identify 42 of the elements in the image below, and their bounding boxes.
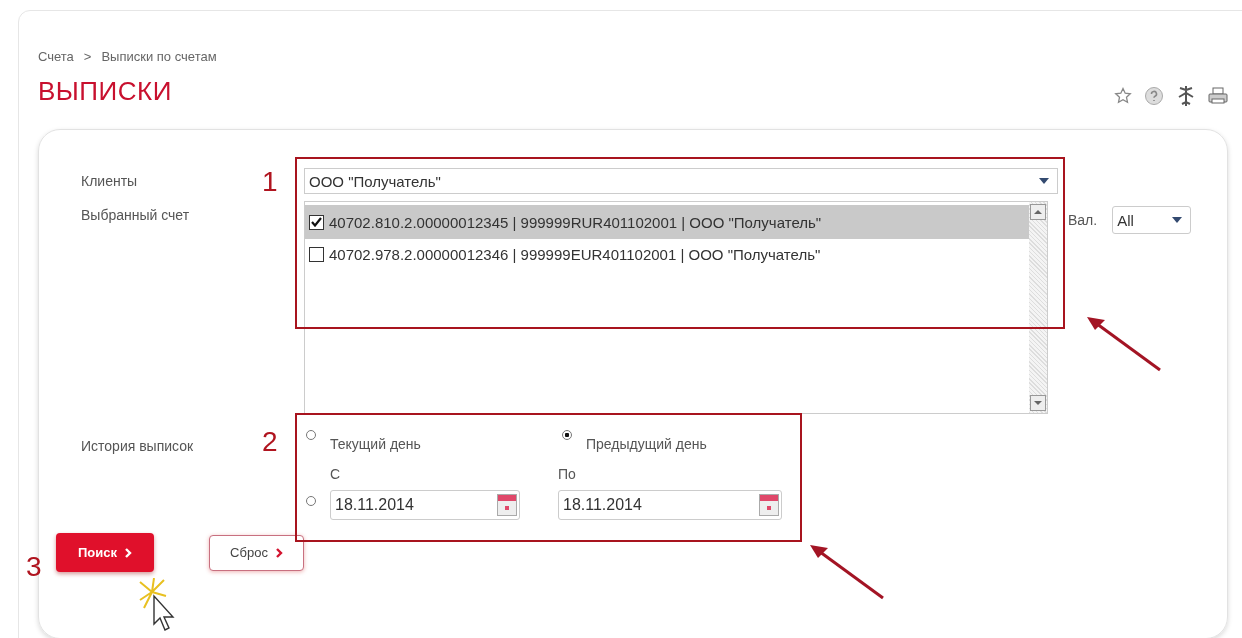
breadcrumb-link[interactable]: Выписки по счетам xyxy=(101,49,217,64)
page-title: ВЫПИСКИ xyxy=(38,76,173,107)
currency-dropdown[interactable]: All xyxy=(1112,206,1192,234)
account-text: 40702.978.2.00000012346 | 999999EUR401102001 | ООО "Получатель" xyxy=(329,245,821,263)
star-icon[interactable] xyxy=(1114,87,1132,105)
search-button[interactable]: Поиск xyxy=(56,533,154,572)
radio-label: Предыдущий день xyxy=(586,435,707,452)
client-dropdown[interactable]: ООО "Получатель" xyxy=(304,168,1058,194)
step-number: 2 xyxy=(262,428,278,456)
reset-button[interactable]: Сброс xyxy=(209,534,304,571)
account-item[interactable]: 40702.810.2.00000012345 | 999999RUR401102001 | ООО "Получатель" xyxy=(305,205,1029,239)
date-field[interactable]: 18.11.2014 xyxy=(558,490,782,520)
scroll-down-icon[interactable] xyxy=(1030,395,1046,411)
scrollbar[interactable] xyxy=(1029,202,1047,413)
printer-icon[interactable] xyxy=(1208,87,1228,105)
field-label: Клиенты xyxy=(81,173,138,189)
currency-label: Вал. xyxy=(1068,211,1098,230)
account-text: 40702.810.2.00000012345 | 999999RUR401102001 | ООО "Получатель" xyxy=(329,213,822,231)
radio-button[interactable] xyxy=(306,496,316,506)
dropdown-arrow-icon xyxy=(1039,178,1049,184)
date-label: По xyxy=(558,466,577,482)
checkbox[interactable] xyxy=(309,246,324,262)
date-field[interactable]: 18.11.2014 xyxy=(330,490,520,520)
dropdown-arrow-icon xyxy=(1172,217,1183,223)
chevron-icon xyxy=(125,547,132,558)
account-item[interactable]: 40702.978.2.00000012346 | 999999EUR401102001 | ООО "Получатель" xyxy=(305,239,1029,269)
breadcrumb-separator: > xyxy=(83,49,92,64)
checkbox[interactable] xyxy=(309,214,324,230)
chevron-icon xyxy=(275,547,283,558)
field-label: Выбранный счет xyxy=(81,207,190,223)
step-number: 1 xyxy=(262,168,278,196)
breadcrumb-link[interactable]: Счета xyxy=(38,49,74,64)
radio-button[interactable] xyxy=(306,430,316,440)
calendar-icon[interactable] xyxy=(497,494,517,516)
step-number: 3 xyxy=(26,553,42,581)
radio-label: Текущий день xyxy=(330,435,421,452)
scroll-up-icon[interactable] xyxy=(1030,204,1046,220)
date-label: С xyxy=(330,466,342,482)
field-label: История выписок xyxy=(81,438,194,454)
help-icon[interactable] xyxy=(1144,86,1164,106)
radio-button[interactable] xyxy=(562,430,572,440)
calendar-icon[interactable] xyxy=(759,494,779,516)
